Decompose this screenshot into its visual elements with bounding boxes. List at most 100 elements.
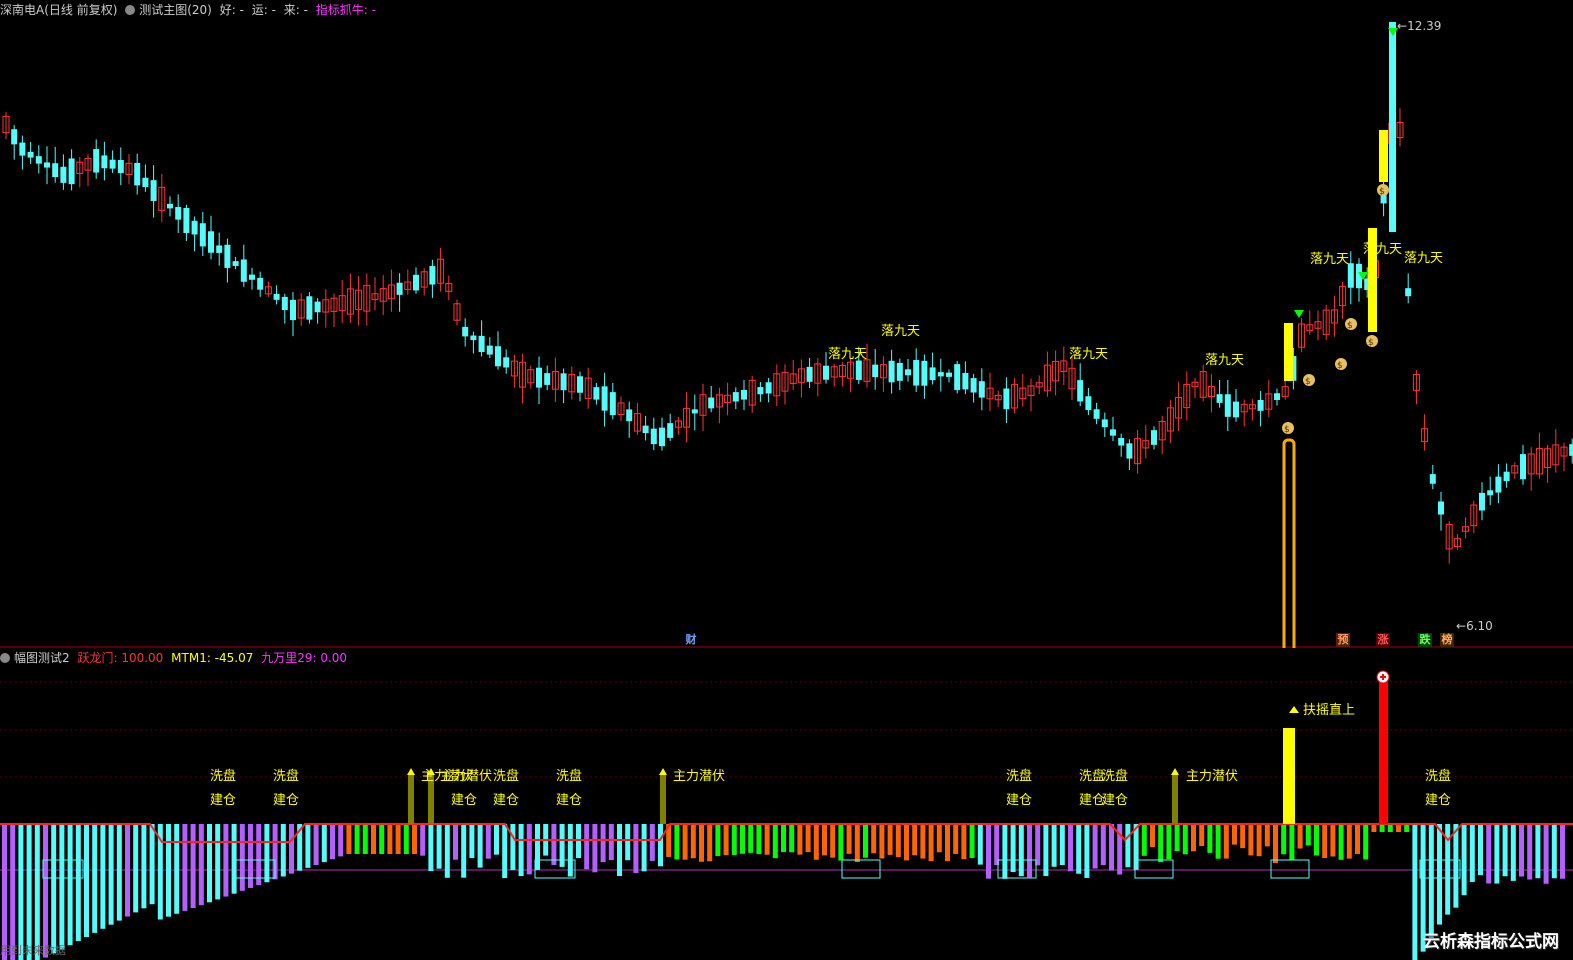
candle-body (60, 166, 67, 183)
indicator-bar (362, 824, 368, 854)
indicator-bar (1412, 824, 1418, 960)
cyan-zone-box (841, 859, 881, 879)
yu-badge[interactable]: 预 (1336, 633, 1350, 647)
candle-body (183, 207, 190, 233)
indicator-bar (1174, 824, 1180, 852)
candle-body (593, 387, 600, 400)
indicator-bar (108, 824, 114, 925)
candle-body (560, 373, 567, 391)
candle-body (1093, 409, 1100, 419)
triangle-marker-icon (1289, 706, 1299, 713)
candle-body (978, 381, 985, 398)
candle-body (199, 223, 206, 247)
indicator-bar (1215, 824, 1221, 859)
indicator-bar (338, 824, 344, 857)
indicator-bar (116, 824, 122, 921)
indicator-bar (59, 824, 65, 950)
indicator-bar (1338, 824, 1344, 860)
indicator-bar (215, 824, 221, 900)
indicator-bar (772, 824, 778, 859)
indicator-bar (182, 824, 188, 911)
indicator-chart[interactable]: 主力潜伏主力潜伏 主力潜伏 主力潜伏扶摇直上洗盘建仓洗盘建仓洗盘建仓洗盘建仓洗盘建仓… (0, 650, 1573, 960)
indicator-bar (256, 824, 262, 886)
zhang-badge[interactable]: 涨 (1376, 633, 1390, 647)
indicator-bar (838, 824, 844, 861)
candlestick-chart[interactable]: $$$$$$$落九天落九天落九天落九天落九天落九天落九天 (0, 0, 1573, 648)
candle-body (1126, 443, 1133, 459)
indicator-bar (1469, 824, 1475, 882)
candle-body (109, 159, 116, 169)
indicator-bar (502, 824, 508, 879)
indicator-bar (1396, 824, 1401, 832)
candle-body (757, 387, 764, 395)
candle-body (413, 274, 419, 291)
xi-pan-label: 洗盘 (1102, 768, 1128, 784)
indicator-bar (1010, 824, 1016, 873)
indicator-bar (1346, 824, 1352, 859)
watermark: 云析森指标公式网 (1423, 932, 1559, 952)
indicator-bar (34, 824, 40, 960)
indicator-bar (764, 824, 770, 855)
candle-body (134, 162, 141, 186)
indicator-bar (1305, 824, 1311, 846)
candle-body (896, 362, 903, 381)
candle-body (167, 203, 173, 209)
jian-cang-label: 建仓 (1006, 793, 1032, 808)
indicator-bar (149, 824, 155, 905)
candle-body (921, 360, 928, 386)
candle-body (1429, 474, 1436, 484)
luo-jiu-tian-label: 落九天 (1069, 347, 1108, 362)
candle-body (1101, 419, 1108, 428)
candle-body (1085, 396, 1092, 410)
indicator-bar (43, 824, 48, 958)
footer-note: 用到未来数据 (0, 944, 66, 957)
jian-cang-label: 建仓 (493, 793, 519, 808)
indicator-bar (51, 824, 57, 954)
indicator-bar (1314, 824, 1319, 856)
indicator-bar (1273, 824, 1278, 864)
indicator-bar (1027, 824, 1032, 878)
indicator-bar (592, 824, 598, 873)
money-bag-symbol: $ (1305, 377, 1311, 387)
indicator-bar (789, 824, 795, 853)
indicator-bar (461, 824, 467, 878)
xi-pan-label: 洗盘 (273, 768, 299, 784)
yellow-signal-bar (1284, 323, 1293, 381)
indicator-bar (1223, 824, 1229, 859)
candle-body (281, 296, 288, 311)
indicator-bar (871, 824, 877, 854)
indicator-bar (133, 824, 139, 913)
indicator-bar (289, 824, 294, 874)
die-badge[interactable]: 跌 (1418, 633, 1432, 647)
indicator-bar (1043, 824, 1049, 877)
candle-body (708, 397, 715, 409)
jian-cang-label: 建仓 (273, 793, 299, 808)
indicator-bar (174, 824, 180, 914)
indicator-bar (1248, 824, 1254, 856)
indicator-bar (854, 824, 860, 862)
indicator-bar (231, 824, 237, 894)
xi-pan-label: 洗盘 (493, 768, 519, 784)
indicator-bar (805, 824, 811, 853)
olive-signal-bar (660, 775, 666, 824)
candle-body (462, 326, 469, 337)
money-bag-symbol: $ (1347, 321, 1353, 331)
candle-body (732, 392, 739, 402)
indicator-bar (1018, 824, 1024, 877)
indicator-bar (797, 824, 803, 855)
indicator-bar (321, 824, 327, 863)
indicator-bar (1100, 824, 1106, 866)
indicator-bar (756, 824, 762, 855)
cai-badge[interactable]: 财 (684, 633, 698, 647)
indicator-bar (1371, 824, 1377, 832)
candle-body (1274, 393, 1280, 400)
candle-body (1569, 444, 1573, 456)
indicator-bar (1158, 824, 1164, 863)
candle-body (765, 382, 772, 394)
indicator-bar (1560, 824, 1565, 879)
candle-body (503, 357, 510, 368)
green-arrow-icon (1294, 310, 1304, 318)
indicator-bar (822, 824, 827, 856)
bang-badge[interactable]: 榜 (1440, 633, 1454, 647)
candle-body (577, 376, 583, 393)
